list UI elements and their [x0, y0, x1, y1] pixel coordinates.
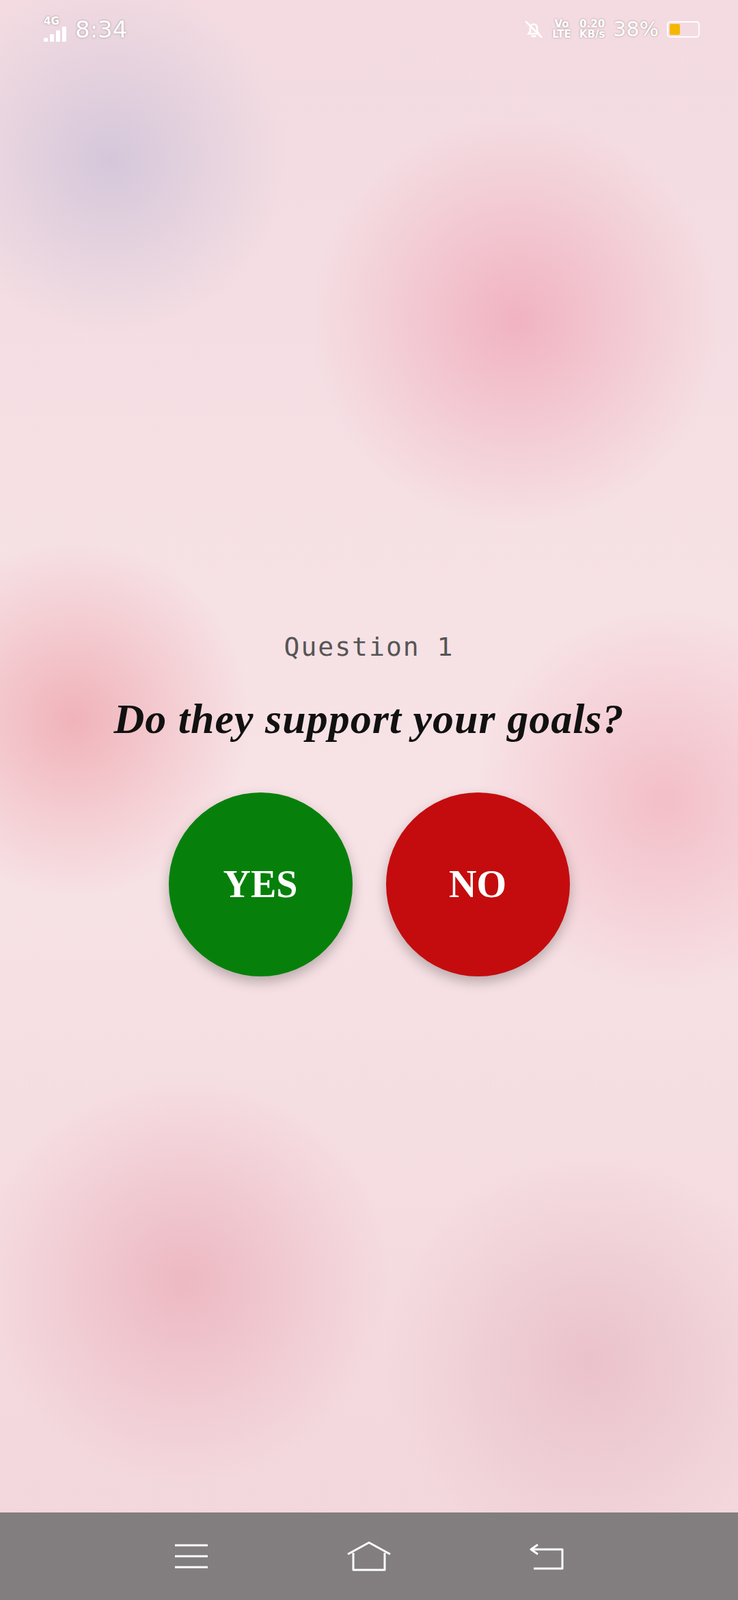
battery-icon	[666, 21, 700, 38]
battery-percent: 38%	[612, 17, 659, 42]
mute-icon	[523, 19, 544, 40]
status-left: 4G 8:34	[43, 15, 128, 44]
quiz-content: Question 1 Do they support your goals? YES…	[0, 58, 738, 1512]
volte-text: LTE	[552, 29, 572, 40]
answer-button[interactable]: YES	[168, 791, 353, 976]
network-indicator: 4G	[43, 16, 67, 42]
question-label: Question 1	[284, 631, 455, 663]
navigation-bar	[0, 1511, 738, 1599]
speed-text: 0.20	[579, 19, 605, 30]
battery-fill	[669, 23, 680, 35]
back-button[interactable]	[515, 1524, 578, 1587]
network-speed: 0.20KB/s	[579, 19, 605, 40]
back-icon	[528, 1540, 566, 1570]
screen: 4G 8:34 VoLTE 0.20KB/s 38% Question 1 Do they …	[0, 0, 738, 1599]
answer-buttons: YESNO	[168, 791, 570, 976]
home-button[interactable]	[338, 1524, 400, 1587]
network-type: 4G	[43, 16, 60, 27]
menu-icon	[172, 1540, 210, 1571]
answer-button[interactable]: NO	[386, 791, 570, 976]
status-bar: 4G 8:34 VoLTE 0.20KB/s 38%	[0, 0, 738, 59]
status-right: VoLTE 0.20KB/s 38%	[523, 17, 700, 42]
volte-text: Vo	[554, 19, 570, 30]
home-icon	[345, 1539, 393, 1571]
question-text: Do they support your goals?	[86, 694, 652, 743]
signal-icon	[43, 26, 67, 42]
status-time: 8:34	[75, 15, 128, 44]
menu-button[interactable]	[160, 1524, 223, 1587]
speed-text: KB/s	[579, 29, 605, 40]
volte-indicator: VoLTE	[552, 19, 572, 40]
